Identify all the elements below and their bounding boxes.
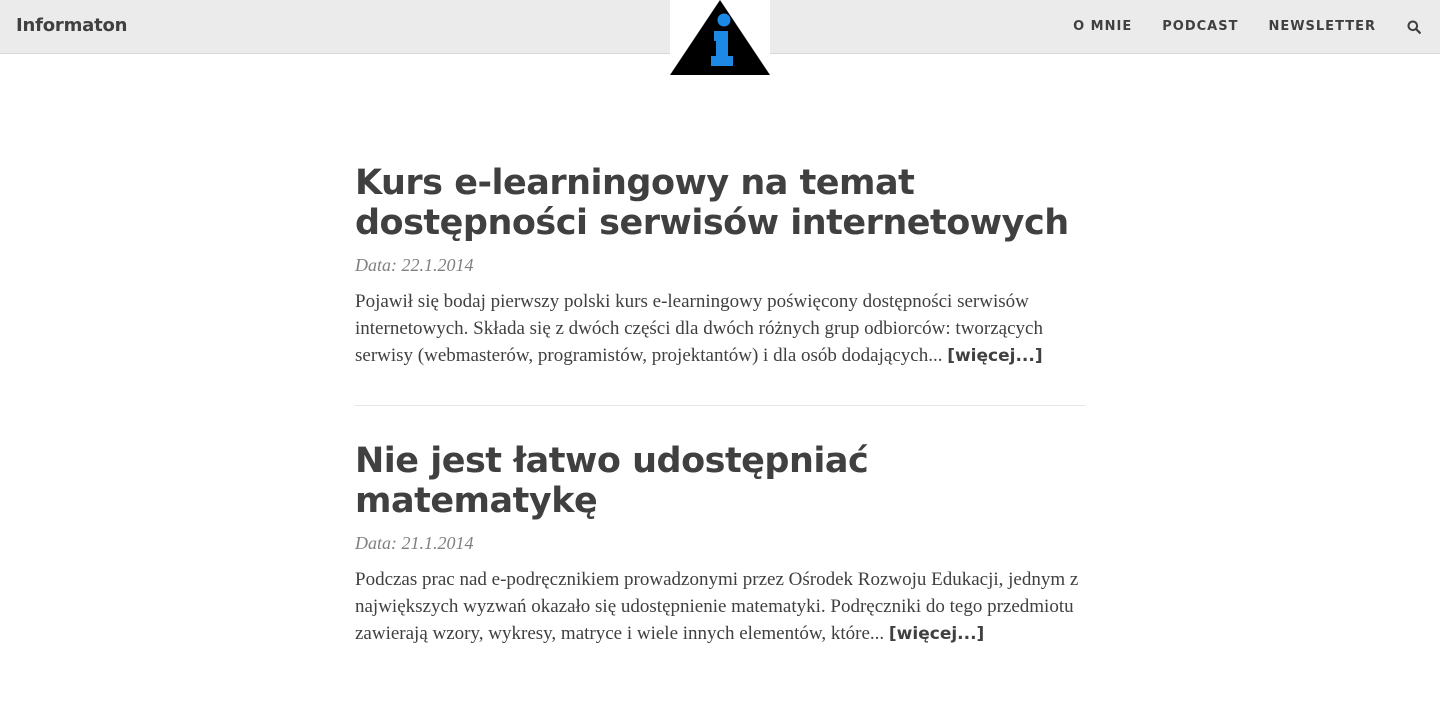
post-divider bbox=[355, 405, 1085, 406]
post-date: Data: 22.1.2014 bbox=[355, 255, 474, 275]
search-icon bbox=[1407, 20, 1421, 34]
top-navbar: Informaton O MNIE PODCAST NEWSLETTER bbox=[0, 0, 1440, 76]
post-title: Kurs e-learningowy na temat dostępności … bbox=[355, 163, 1085, 243]
post-excerpt: Pojawił się bodaj pierwszy polski kurs e… bbox=[355, 288, 1085, 370]
post-item: Kurs e-learningowy na temat dostępności … bbox=[355, 163, 1085, 370]
post-list: Kurs e-learningowy na temat dostępności … bbox=[355, 163, 1085, 648]
post-title-link[interactable]: Nie jest łatwo udostępniać matematykę bbox=[355, 441, 869, 521]
nav-link-podcast[interactable]: PODCAST bbox=[1162, 19, 1238, 34]
nav-menu: O MNIE PODCAST NEWSLETTER bbox=[1043, 0, 1422, 53]
nav-link-newsletter[interactable]: NEWSLETTER bbox=[1268, 19, 1376, 34]
post-title: Nie jest łatwo udostępniać matematykę bbox=[355, 441, 1085, 521]
read-more-link[interactable]: [więcej...] bbox=[947, 346, 1042, 366]
info-triangle-icon bbox=[670, 0, 770, 75]
brand-link[interactable]: Informaton bbox=[16, 15, 127, 36]
search-button[interactable] bbox=[1406, 19, 1422, 35]
post-excerpt: Podczas prac nad e-podręcznikiem prowadz… bbox=[355, 566, 1085, 648]
read-more-link[interactable]: [więcej...] bbox=[889, 624, 984, 644]
site-logo[interactable] bbox=[670, 0, 770, 76]
post-excerpt-text: Pojawił się bodaj pierwszy polski kurs e… bbox=[355, 291, 1043, 366]
post-date: Data: 21.1.2014 bbox=[355, 533, 474, 553]
nav-link-o-mnie[interactable]: O MNIE bbox=[1073, 19, 1132, 34]
post-item: Nie jest łatwo udostępniać matematykę Da… bbox=[355, 441, 1085, 648]
post-title-link[interactable]: Kurs e-learningowy na temat dostępności … bbox=[355, 163, 1069, 243]
